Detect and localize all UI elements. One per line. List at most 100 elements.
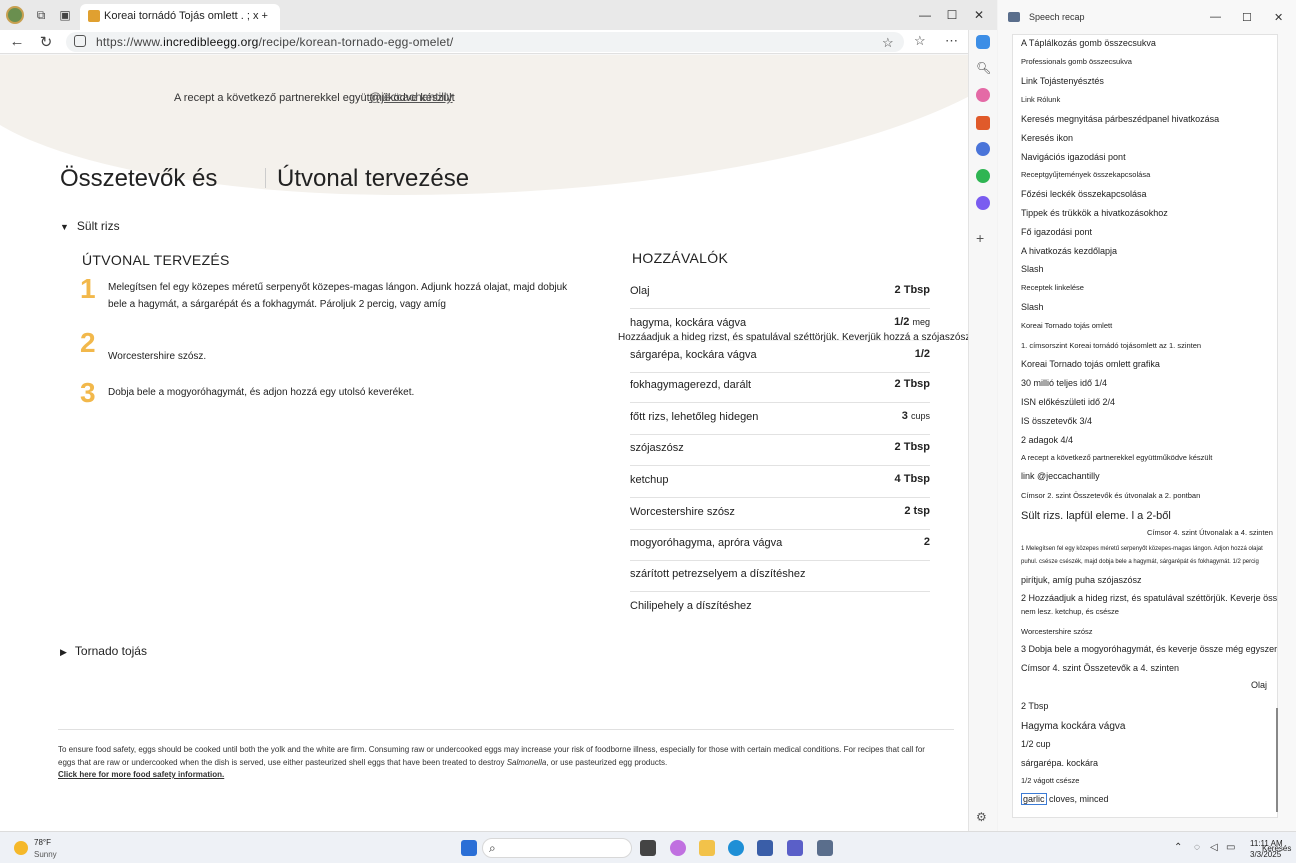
- sun-icon[interactable]: [14, 841, 28, 855]
- tornado-egg-disclosure[interactable]: ▶ Tornado tojás: [60, 644, 147, 658]
- profile-avatar[interactable]: [6, 6, 24, 24]
- step-2-overflow-text: Hozzáadjuk a hideg rizst, és spatulával …: [618, 332, 968, 343]
- recap-line: Hagyma kockára vágva: [1021, 721, 1126, 732]
- taskbar-search[interactable]: ⌕: [482, 838, 632, 858]
- recap-line: Professionals gomb összecsukva: [1021, 57, 1132, 66]
- recap-scrollbar[interactable]: [1276, 708, 1278, 812]
- more-icon[interactable]: ⋯: [945, 33, 958, 49]
- current-word-highlight: garlic: [1021, 793, 1047, 805]
- recap-line: Receptek linkelése: [1021, 283, 1084, 292]
- refresh-icon[interactable]: ↻: [37, 33, 55, 51]
- favorites-icon[interactable]: ☆: [914, 33, 926, 49]
- weather-temp: 78°F: [34, 838, 51, 847]
- messenger-icon[interactable]: [976, 196, 990, 210]
- recap-title: Speech recap: [1029, 12, 1085, 22]
- ingredient-row: Worcestershire szósz 2 tsp: [630, 498, 930, 530]
- speaker-icon[interactable]: ◁: [1210, 842, 1218, 853]
- recap-line: Slash: [1021, 302, 1044, 312]
- recap-line: IS összetevők 3/4: [1021, 416, 1093, 426]
- recap-line: 1 Melegítsen fel egy közepes méretű serp…: [1021, 546, 1263, 552]
- shopping-icon[interactable]: [976, 88, 990, 102]
- recap-line: Link Rólunk: [1021, 95, 1061, 104]
- recap-line: Címsor 4. szint Összetevők a 4. szinten: [1021, 663, 1180, 673]
- heading-divider: [265, 168, 266, 188]
- recap-line: Koreai Tornado tojás omlett grafika: [1021, 359, 1160, 369]
- ingredient-row: szójaszósz 2 Tbsp: [630, 434, 930, 466]
- recap-line: Sült rizs. lapfül eleme. l a 2-ből: [1021, 510, 1171, 522]
- narrator-icon[interactable]: [817, 840, 833, 856]
- ingredient-row: mogyoróhagyma, apróra vágva 2: [630, 529, 930, 561]
- recap-line: 1/2 vágott csésze: [1021, 776, 1080, 785]
- url-text: https://www.incredibleegg.org/recipe/kor…: [96, 35, 454, 49]
- step-text: Melegítsen fel egy közepes méretű serpen…: [108, 282, 568, 310]
- add-icon[interactable]: +: [976, 230, 990, 246]
- recap-line: 3 Dobja bele a mogyoróhagymát, és keverj…: [1021, 644, 1278, 654]
- task-view-icon[interactable]: [640, 840, 656, 856]
- narrator-icon: [1008, 12, 1020, 22]
- teams-icon[interactable]: [787, 840, 803, 856]
- chevron-up-icon[interactable]: ⌃: [1174, 842, 1182, 853]
- fried-rice-disclosure[interactable]: ▼ Sült rizs: [60, 219, 120, 233]
- ingredient-row: fokhagymagerezd, darált 2 Tbsp: [630, 371, 930, 403]
- recap-line: A recept a következő partnerekkel együtt…: [1021, 453, 1213, 462]
- store-icon[interactable]: [757, 840, 773, 856]
- close-icon[interactable]: ✕: [1274, 11, 1283, 24]
- network-icon[interactable]: ◌: [1194, 842, 1200, 853]
- ingredient-row: Olaj 2 Tbsp: [630, 277, 930, 309]
- triangle-right-icon: ▶: [60, 647, 67, 657]
- back-icon[interactable]: ←: [8, 33, 26, 50]
- recap-line: ISN előkészületi idő 2/4: [1021, 397, 1116, 407]
- workspaces-icon[interactable]: ⧉: [34, 8, 48, 22]
- office-icon[interactable]: [976, 142, 990, 156]
- tools-icon[interactable]: [976, 116, 990, 130]
- maximize-icon[interactable]: ☐: [945, 8, 959, 22]
- recap-line: Címsor 2. szint Összetevők és útvonalak …: [1021, 491, 1201, 500]
- start-icon[interactable]: [461, 840, 477, 856]
- step-number: 2: [80, 327, 96, 358]
- taskbar: 78°F Sunny ⌕ ⌃ ◌ ◁ ▭ 11:11 AM 3/3/2025 K…: [0, 831, 1296, 863]
- edge-icon[interactable]: [728, 840, 744, 856]
- recap-line: Navigációs igazodási pont: [1021, 152, 1126, 162]
- speech-recap-window: Speech recap — ☐ ✕ A Táplálkozás gomb ös…: [998, 0, 1296, 831]
- heading-ingredients: Összetevők és: [60, 165, 218, 192]
- recap-line: Koreai Tornado tojás omlett: [1021, 321, 1113, 330]
- minimize-icon[interactable]: —: [918, 8, 932, 22]
- lock-icon[interactable]: [74, 35, 86, 47]
- copilot-icon[interactable]: [976, 35, 990, 49]
- recap-line: A hivatkozás kezdőlapja: [1021, 246, 1118, 256]
- copilot-icon[interactable]: [670, 840, 686, 856]
- battery-icon[interactable]: ▭: [1226, 842, 1235, 853]
- maximize-icon[interactable]: ☐: [1242, 11, 1252, 24]
- recap-line: 2 Tbsp: [1021, 701, 1049, 711]
- close-icon[interactable]: ✕: [972, 8, 986, 22]
- file-explorer-icon[interactable]: [699, 840, 715, 856]
- recap-line: sárgarépa. kockára: [1021, 758, 1099, 768]
- partner-link[interactable]: @jeccachantilly: [369, 90, 453, 104]
- favorite-star-icon[interactable]: ☆: [882, 35, 894, 51]
- recap-line: 2 Hozzáadjuk a hideg rizst, és spatuláva…: [1021, 593, 1278, 603]
- footer-divider: [58, 729, 954, 730]
- ingredient-row: sárgarépa, kockára vágva 1/2: [630, 341, 930, 373]
- recap-line: A Táplálkozás gomb összecsukva: [1021, 38, 1156, 48]
- food-safety-link[interactable]: Click here for more food safety informat…: [58, 770, 224, 779]
- recap-line: Fő igazodási pont: [1021, 227, 1093, 237]
- vertical-tabs-icon[interactable]: ▣: [58, 8, 72, 22]
- search-icon: ⌕: [489, 841, 496, 855]
- recap-line: 1. címsorszint Koreai tornádó tojásomlet…: [1021, 341, 1202, 350]
- recap-line: 2 adagok 4/4: [1021, 435, 1074, 445]
- spotify-icon[interactable]: [976, 169, 990, 183]
- step-text: Dobja bele a mogyoróhagymát, és adjon ho…: [108, 387, 415, 398]
- recap-titlebar: Speech recap — ☐ ✕: [998, 0, 1296, 34]
- minimize-icon[interactable]: —: [1210, 11, 1221, 23]
- tab-active[interactable]: Koreai tornádó Tojás omlett . ; x +: [80, 4, 280, 30]
- search-icon[interactable]: 🔍︎: [976, 61, 991, 75]
- recap-line: link @jeccachantilly: [1021, 471, 1100, 481]
- heading-route: Útvonal tervezése: [277, 165, 470, 192]
- address-bar: ← ↻ https://www.incredibleegg.org/recipe…: [0, 30, 997, 54]
- browser-window: ⧉ ▣ Koreai tornádó Tojás omlett . ; x + …: [0, 0, 997, 831]
- url-field[interactable]: https://www.incredibleegg.org/recipe/kor…: [66, 32, 904, 52]
- recap-transcript[interactable]: A Táplálkozás gomb összecsukva Professio…: [1012, 34, 1278, 818]
- recap-line: garlic cloves, minced: [1021, 793, 1109, 805]
- settings-gear-icon[interactable]: ⚙: [976, 810, 990, 824]
- recap-line: pirítjuk, amíg puha szójaszósz: [1021, 575, 1142, 585]
